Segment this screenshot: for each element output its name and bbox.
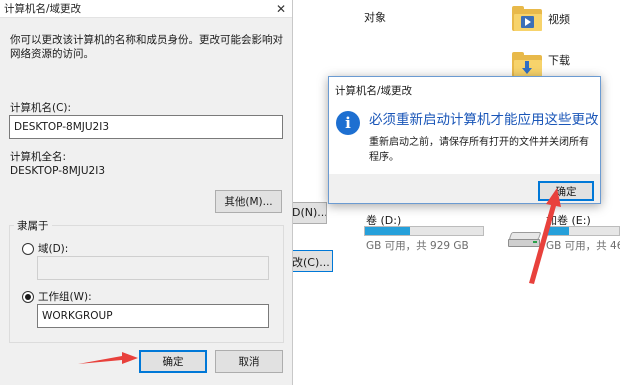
member-of-label: 隶属于 [14, 218, 52, 233]
video-icon [521, 16, 534, 28]
drive-d-usage-bar [364, 226, 484, 236]
download-arrow-icon [522, 61, 532, 75]
computer-name-input[interactable]: DESKTOP-8MJU2I3 [9, 115, 283, 139]
drive-d-usage-fill [365, 227, 410, 235]
drive-e-usage-text: GB 可用，共 465 GB [546, 240, 620, 252]
folder-downloads[interactable]: 下载 [512, 52, 570, 78]
drive-d-usage-text: GB 可用，共 929 GB [366, 240, 469, 252]
dialog-description: 你可以更改该计算机的名称和成员身份。更改可能会影响对网络资源的访问。 [10, 34, 283, 60]
folder-icon [512, 6, 542, 32]
message-detail-text: 重新启动之前，请保存所有打开的文件并关闭所有程序。 [369, 137, 589, 163]
full-name-label: 计算机全名: [10, 151, 67, 163]
ok-button[interactable]: 确定 [139, 350, 207, 373]
workgroup-radio[interactable] [22, 290, 34, 303]
message-title: 计算机名/域更改 [335, 85, 413, 97]
workgroup-input[interactable]: WORKGROUP [37, 304, 269, 328]
cancel-button[interactable]: 取消 [215, 350, 283, 373]
computer-name-label: 计算机名(C): [10, 102, 72, 114]
drive-e-usage-bar [546, 226, 620, 236]
message-ok-button[interactable]: 确定 [538, 181, 594, 201]
background-button-2[interactable]: 改(C)... [287, 250, 333, 272]
domain-radio[interactable] [22, 242, 34, 255]
domain-label: 域(D): [38, 243, 69, 255]
full-name-value: DESKTOP-8MJU2I3 [10, 165, 106, 177]
close-icon[interactable]: ✕ [270, 0, 292, 18]
folder-label: 下载 [548, 54, 570, 67]
more-button[interactable]: 其他(M)... [215, 190, 282, 213]
info-icon: i [336, 111, 360, 135]
dialog-titlebar: 计算机名/域更改 [0, 0, 292, 18]
workgroup-radio-row[interactable]: 工作组(W): [22, 289, 92, 304]
folder-label: 视频 [548, 13, 570, 26]
drive-e-usage-fill [547, 227, 569, 235]
computer-name-dialog: 计算机名/域更改 ✕ 你可以更改该计算机的名称和成员身份。更改可能会影响对网络资… [0, 0, 293, 385]
folder-videos[interactable]: 视频 [512, 6, 570, 32]
explorer-header-text: 对象 [364, 11, 386, 24]
message-main-text: 必须重新启动计算机才能应用这些更改 [369, 112, 599, 128]
domain-radio-row[interactable]: 域(D): [22, 241, 68, 256]
restart-message-box: 计算机名/域更改 i 必须重新启动计算机才能应用这些更改 重新启动之前，请保存所… [328, 76, 601, 204]
dialog-title: 计算机名/域更改 [4, 3, 82, 15]
domain-input[interactable] [37, 256, 269, 280]
background-button-1[interactable]: D(N)... [287, 202, 327, 224]
folder-icon [512, 52, 542, 78]
drive-icon [508, 232, 542, 248]
workgroup-label: 工作组(W): [38, 291, 92, 303]
